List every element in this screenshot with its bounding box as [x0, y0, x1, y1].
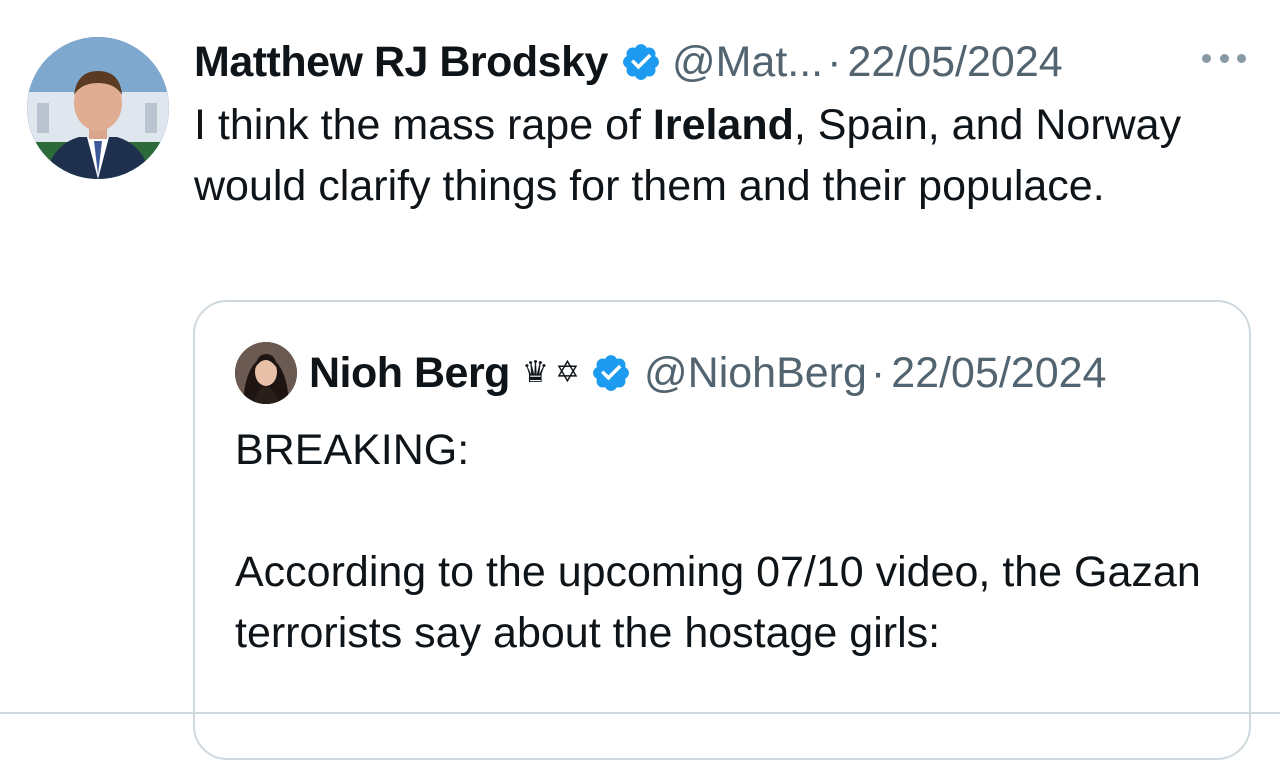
more-dot	[1237, 53, 1246, 63]
tweet[interactable]: Matthew RJ Brodsky @Mat... · 22/05/2024 …	[0, 0, 1280, 760]
author-handle[interactable]: @Mat...	[672, 34, 823, 90]
quoted-author-name[interactable]: Nioh Berg	[309, 345, 510, 401]
quoted-author-handle[interactable]: @NiohBerg	[644, 345, 867, 401]
crown-icon: ♛	[521, 355, 549, 390]
quoted-tweet-text: BREAKING: According to the upcoming 07/1…	[235, 426, 1201, 657]
tweet-date[interactable]: 22/05/2024	[847, 34, 1062, 90]
verified-badge-icon[interactable]	[620, 41, 662, 83]
verified-badge-icon[interactable]	[590, 352, 632, 394]
quoted-header-separator: ·	[870, 349, 886, 397]
quoted-author-avatar[interactable]	[235, 342, 297, 404]
quoted-tweet[interactable]: Nioh Berg ♛ ✡ @NiohBerg · 22/05/2024 BRE…	[193, 300, 1251, 760]
quoted-tweet-header: Nioh Berg ♛ ✡ @NiohBerg · 22/05/2024	[309, 345, 1106, 401]
quoted-tweet-date[interactable]: 22/05/2024	[891, 345, 1106, 401]
author-name[interactable]: Matthew RJ Brodsky	[194, 34, 608, 90]
more-dot	[1202, 53, 1211, 63]
author-avatar[interactable]	[27, 37, 169, 179]
star-of-david-icon: ✡	[554, 355, 580, 390]
more-options-icon[interactable]	[1202, 50, 1246, 66]
header-separator: ·	[827, 38, 842, 86]
tweet-header: Matthew RJ Brodsky @Mat... · 22/05/2024	[194, 34, 1063, 90]
tweet-text-bold: Ireland	[652, 101, 794, 149]
more-dot	[1219, 53, 1229, 63]
tweet-text: I think the mass rape of Ireland, Spain,…	[194, 95, 1224, 217]
tweet-text-before: I think the mass rape of	[194, 101, 653, 149]
